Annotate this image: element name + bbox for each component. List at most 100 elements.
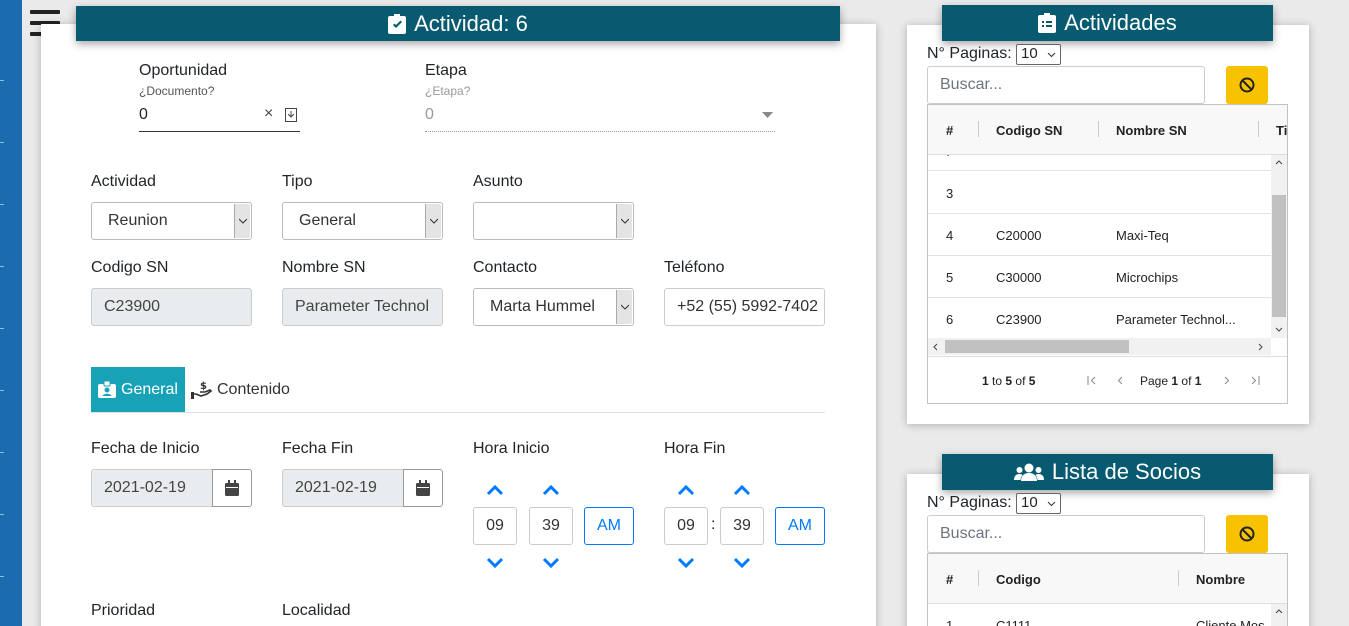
socios-paginas-value: 10 <box>1021 494 1038 511</box>
table-row[interactable]: 1 C1111 Cliente Mos <box>928 604 1271 626</box>
caret-down-icon <box>762 112 773 118</box>
col-separator[interactable] <box>1178 570 1179 586</box>
col-header-codigo[interactable]: Codigo <box>996 572 1041 587</box>
col-header-nombre[interactable]: Nombre <box>1196 572 1245 587</box>
tab-general[interactable]: General <box>91 367 185 412</box>
vertical-scroll-thumb[interactable] <box>1272 195 1286 317</box>
sidebar-tick <box>0 514 4 515</box>
scroll-up-icon[interactable] <box>1275 608 1283 614</box>
actividades-search-input[interactable]: Buscar... <box>927 66 1205 104</box>
etapa-select[interactable]: 0 <box>425 104 775 132</box>
actividades-paginas-value: 10 <box>1021 45 1038 62</box>
minute-increment-icon[interactable] <box>542 484 560 496</box>
actividades-clear-button[interactable] <box>1226 66 1268 104</box>
scroll-up-icon[interactable] <box>1275 159 1283 165</box>
activity-title-bar: Actividad: 6 <box>76 6 840 41</box>
col-separator[interactable] <box>1258 121 1259 137</box>
col-header-codigo-sn[interactable]: Codigo SN <box>996 123 1062 138</box>
chevron-down-icon <box>1047 52 1056 58</box>
col-header-nombre-sn[interactable]: Nombre SN <box>1116 123 1187 138</box>
last-page-icon[interactable] <box>1250 376 1260 385</box>
telefono-label: Teléfono <box>664 259 725 276</box>
hour-decrement-icon[interactable] <box>677 557 695 569</box>
row-codigo: C1111 <box>996 618 1032 626</box>
fecha-fin-field[interactable]: 2021-02-19 <box>282 469 404 507</box>
left-sidebar <box>0 0 22 626</box>
etapa-hint: ¿Etapa? <box>425 84 471 98</box>
col-separator[interactable] <box>1098 121 1099 137</box>
chevron-down-icon <box>616 290 632 324</box>
actividad-select[interactable]: Reunion <box>91 202 252 240</box>
col-header-tipo[interactable]: Ti <box>1276 123 1287 138</box>
socios-clear-button[interactable] <box>1226 515 1268 553</box>
row-num: 4 <box>946 228 954 243</box>
telefono-field[interactable]: +52 (55) 5992-7402 <box>664 288 825 326</box>
fecha-fin-calendar-button[interactable] <box>403 469 443 507</box>
chevron-down-icon <box>616 204 632 238</box>
hora-inicio-minute-input[interactable]: 39 <box>529 507 573 545</box>
etapa-label: Etapa <box>425 62 467 79</box>
horizontal-scroll-thumb[interactable] <box>945 340 1129 353</box>
fecha-inicio-label: Fecha de Inicio <box>91 440 200 457</box>
col-separator[interactable] <box>978 570 979 586</box>
socios-search-input[interactable]: Buscar... <box>927 515 1205 553</box>
hora-inicio-ampm-button[interactable]: AM <box>584 507 634 545</box>
row-nombre: Maxi-Teq <box>1116 228 1169 243</box>
socios-paginas-select[interactable]: 10 <box>1016 493 1061 514</box>
search-doc-icon[interactable] <box>285 108 297 122</box>
hour-increment-icon[interactable] <box>677 484 695 496</box>
scroll-right-icon[interactable] <box>1258 343 1264 351</box>
col-header-num[interactable]: # <box>946 123 953 138</box>
actividades-paginas-select[interactable]: 10 <box>1016 44 1061 65</box>
table-row[interactable]: 3 <box>928 172 1271 214</box>
localidad-label: Localidad <box>282 602 351 619</box>
table-row[interactable]: 6 C23900 Parameter Technol... <box>928 298 1271 340</box>
hour-increment-icon[interactable] <box>486 484 504 496</box>
prev-page-icon[interactable] <box>1116 376 1124 385</box>
fecha-inicio-calendar-button[interactable] <box>212 469 252 507</box>
row-nombre: Parameter Technol... <box>1116 312 1236 327</box>
tab-general-label: General <box>121 380 178 398</box>
scroll-left-icon[interactable] <box>932 343 938 351</box>
minute-decrement-icon[interactable] <box>542 557 560 569</box>
calendar-icon <box>416 479 430 496</box>
horizontal-scrollbar[interactable] <box>928 338 1271 355</box>
row-num: 5 <box>946 270 954 285</box>
hour-decrement-icon[interactable] <box>486 557 504 569</box>
calendar-icon <box>225 479 239 496</box>
contacto-select[interactable]: Marta Hummel <box>473 288 634 326</box>
oportunidad-field[interactable]: 0 × <box>139 104 300 132</box>
sidebar-tick <box>0 80 4 81</box>
svg-text:$: $ <box>200 381 207 392</box>
sidebar-tick <box>0 328 4 329</box>
actividades-grid-header: # Codigo SN Nombre SN Ti <box>928 105 1287 155</box>
chevron-down-icon <box>234 204 250 238</box>
table-row[interactable]: 4 C20000 Maxi-Teq <box>928 214 1271 256</box>
hora-inicio-hour-input[interactable]: 09 <box>473 507 517 545</box>
sidebar-tick <box>0 266 4 267</box>
first-page-icon[interactable] <box>1087 376 1097 385</box>
fecha-inicio-field[interactable]: 2021-02-19 <box>91 469 213 507</box>
clear-icon[interactable]: × <box>264 105 273 123</box>
hora-fin-hour-input[interactable]: 09 <box>664 507 708 545</box>
row-codigo: C23900 <box>996 312 1042 327</box>
asunto-select[interactable] <box>473 202 634 240</box>
vertical-scrollbar[interactable] <box>1271 604 1287 626</box>
hora-fin-ampm-button[interactable]: AM <box>775 507 825 545</box>
tab-contenido-label: Contenido <box>217 381 290 398</box>
minute-decrement-icon[interactable] <box>733 557 751 569</box>
activity-title: Actividad: 6 <box>414 10 528 36</box>
next-page-icon[interactable] <box>1223 376 1231 385</box>
table-row[interactable]: 5 C30000 Microchips <box>928 256 1271 298</box>
col-header-num[interactable]: # <box>946 572 953 587</box>
nombre-sn-field: Parameter Technol <box>282 288 443 326</box>
hora-fin-minute-input[interactable]: 39 <box>720 507 764 545</box>
row-num: 6 <box>946 312 954 327</box>
sidebar-tick <box>0 452 4 453</box>
scroll-down-icon[interactable] <box>1275 327 1283 333</box>
tab-contenido[interactable]: $ Contenido <box>191 379 290 401</box>
tipo-select[interactable]: General <box>282 202 443 240</box>
minute-increment-icon[interactable] <box>733 484 751 496</box>
col-separator[interactable] <box>978 121 979 137</box>
vertical-scrollbar[interactable] <box>1271 155 1287 338</box>
